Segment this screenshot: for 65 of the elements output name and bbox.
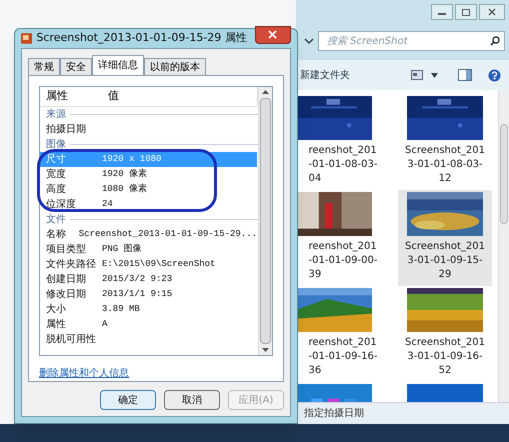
property-row[interactable]: 创建日期 2015/3/2 9:23	[40, 272, 257, 287]
property-row[interactable]: 位深度 24	[40, 197, 257, 212]
file-thumbnail[interactable]: reenshot_201 -01-01-09-00- 39	[296, 190, 390, 286]
property-row[interactable]: 脱机可用性	[40, 332, 257, 347]
file-name: 3-01-01-09-15-	[407, 254, 483, 268]
property-row[interactable]: 文件夹路径 E:\2015\09\ScreenShot	[40, 257, 257, 272]
close-icon	[488, 8, 496, 16]
group-header: 文件	[46, 212, 66, 227]
tab[interactable]: 安全	[60, 58, 92, 75]
file-name: 52	[438, 364, 452, 378]
minimize-button[interactable]	[431, 4, 453, 20]
file-thumbnail[interactable]: Screenshot_201 3-01-01-09-15- 29	[398, 190, 492, 286]
file-thumbnail[interactable]: Screenshot_201 3-01-01-09-16- 52	[398, 286, 492, 382]
file-name: -01-01-09-00-	[308, 254, 378, 268]
column-header[interactable]: 属性	[40, 88, 102, 105]
search-icon[interactable]	[490, 36, 500, 46]
tab[interactable]: 以前的版本	[144, 58, 206, 75]
file-name: 3-01-01-08-03-	[407, 158, 483, 172]
property-row[interactable]: 大小 3.89 MB	[40, 302, 257, 317]
property-row[interactable]: 宽度 1920 像素	[40, 167, 257, 182]
group-header: 图像	[46, 138, 66, 152]
close-button[interactable]	[479, 4, 505, 20]
file-name: -01-01-09-16-	[308, 350, 378, 364]
scroll-down-icon[interactable]	[262, 348, 269, 352]
preview-pane-icon[interactable]	[458, 69, 472, 81]
file-name: Screenshot_201	[404, 240, 486, 254]
file-name: Screenshot_201	[404, 144, 486, 158]
file-name: 04	[308, 172, 322, 186]
property-row[interactable]: 属性 A	[40, 317, 257, 332]
property-row[interactable]: 名称 Screenshot_2013-01-01-09-15-29...	[40, 227, 257, 242]
file-name: 3-01-01-09-16-	[407, 350, 483, 364]
window-title: Screenshot_2013-01-01-09-15-29 属性	[36, 30, 247, 46]
file-name: reenshot_201	[308, 336, 377, 350]
property-row[interactable]: 修改日期 2013/1/1 9:15	[40, 287, 257, 302]
property-row[interactable]: 高度 1080 像素	[40, 182, 257, 197]
file-name: reenshot_201	[308, 240, 377, 254]
dialog-button[interactable]: 确定	[100, 390, 156, 410]
remove-properties-link[interactable]: 删除属性和个人信息	[39, 366, 129, 381]
file-thumbnail[interactable]: Screenshot_201 3-01-01-08-03- 12	[398, 94, 492, 190]
new-folder-button[interactable]: 新建文件夹	[300, 68, 350, 82]
group-header: 来源	[46, 108, 66, 122]
view-icon[interactable]	[411, 70, 423, 80]
scroll-up-icon[interactable]	[262, 90, 269, 94]
help-icon[interactable]	[488, 68, 501, 82]
property-row[interactable]: 项目类型 PNG 图像	[40, 242, 257, 257]
caret-icon[interactable]	[431, 72, 438, 78]
file-name: 39	[308, 268, 322, 282]
status-text: 指定拍摄日期	[304, 406, 364, 421]
property-row[interactable]: 拍摄日期	[40, 122, 257, 137]
dialog-button[interactable]: 取消	[164, 390, 220, 410]
close-icon	[268, 30, 278, 39]
file-name: 29	[438, 268, 452, 282]
close-button[interactable]	[254, 26, 291, 44]
file-thumbnail[interactable]: reenshot_201 -01-01-08-03- 04	[296, 94, 390, 190]
tab[interactable]: 常规	[28, 58, 60, 75]
file-name: reenshot_201	[308, 144, 377, 158]
search-field[interactable]: 搜索 ScreenShot	[318, 31, 505, 51]
file-name: -01-01-08-03-	[308, 158, 378, 172]
maximize-button[interactable]	[455, 4, 477, 20]
file-thumbnail[interactable]: reenshot_201 -01-01-09-16- 36	[296, 286, 390, 382]
file-name: Screenshot_201	[404, 336, 486, 350]
file-name: 12	[438, 172, 452, 186]
tab[interactable]: 详细信息	[92, 55, 144, 75]
file-name: 36	[308, 364, 322, 378]
image-file-icon	[21, 33, 32, 44]
